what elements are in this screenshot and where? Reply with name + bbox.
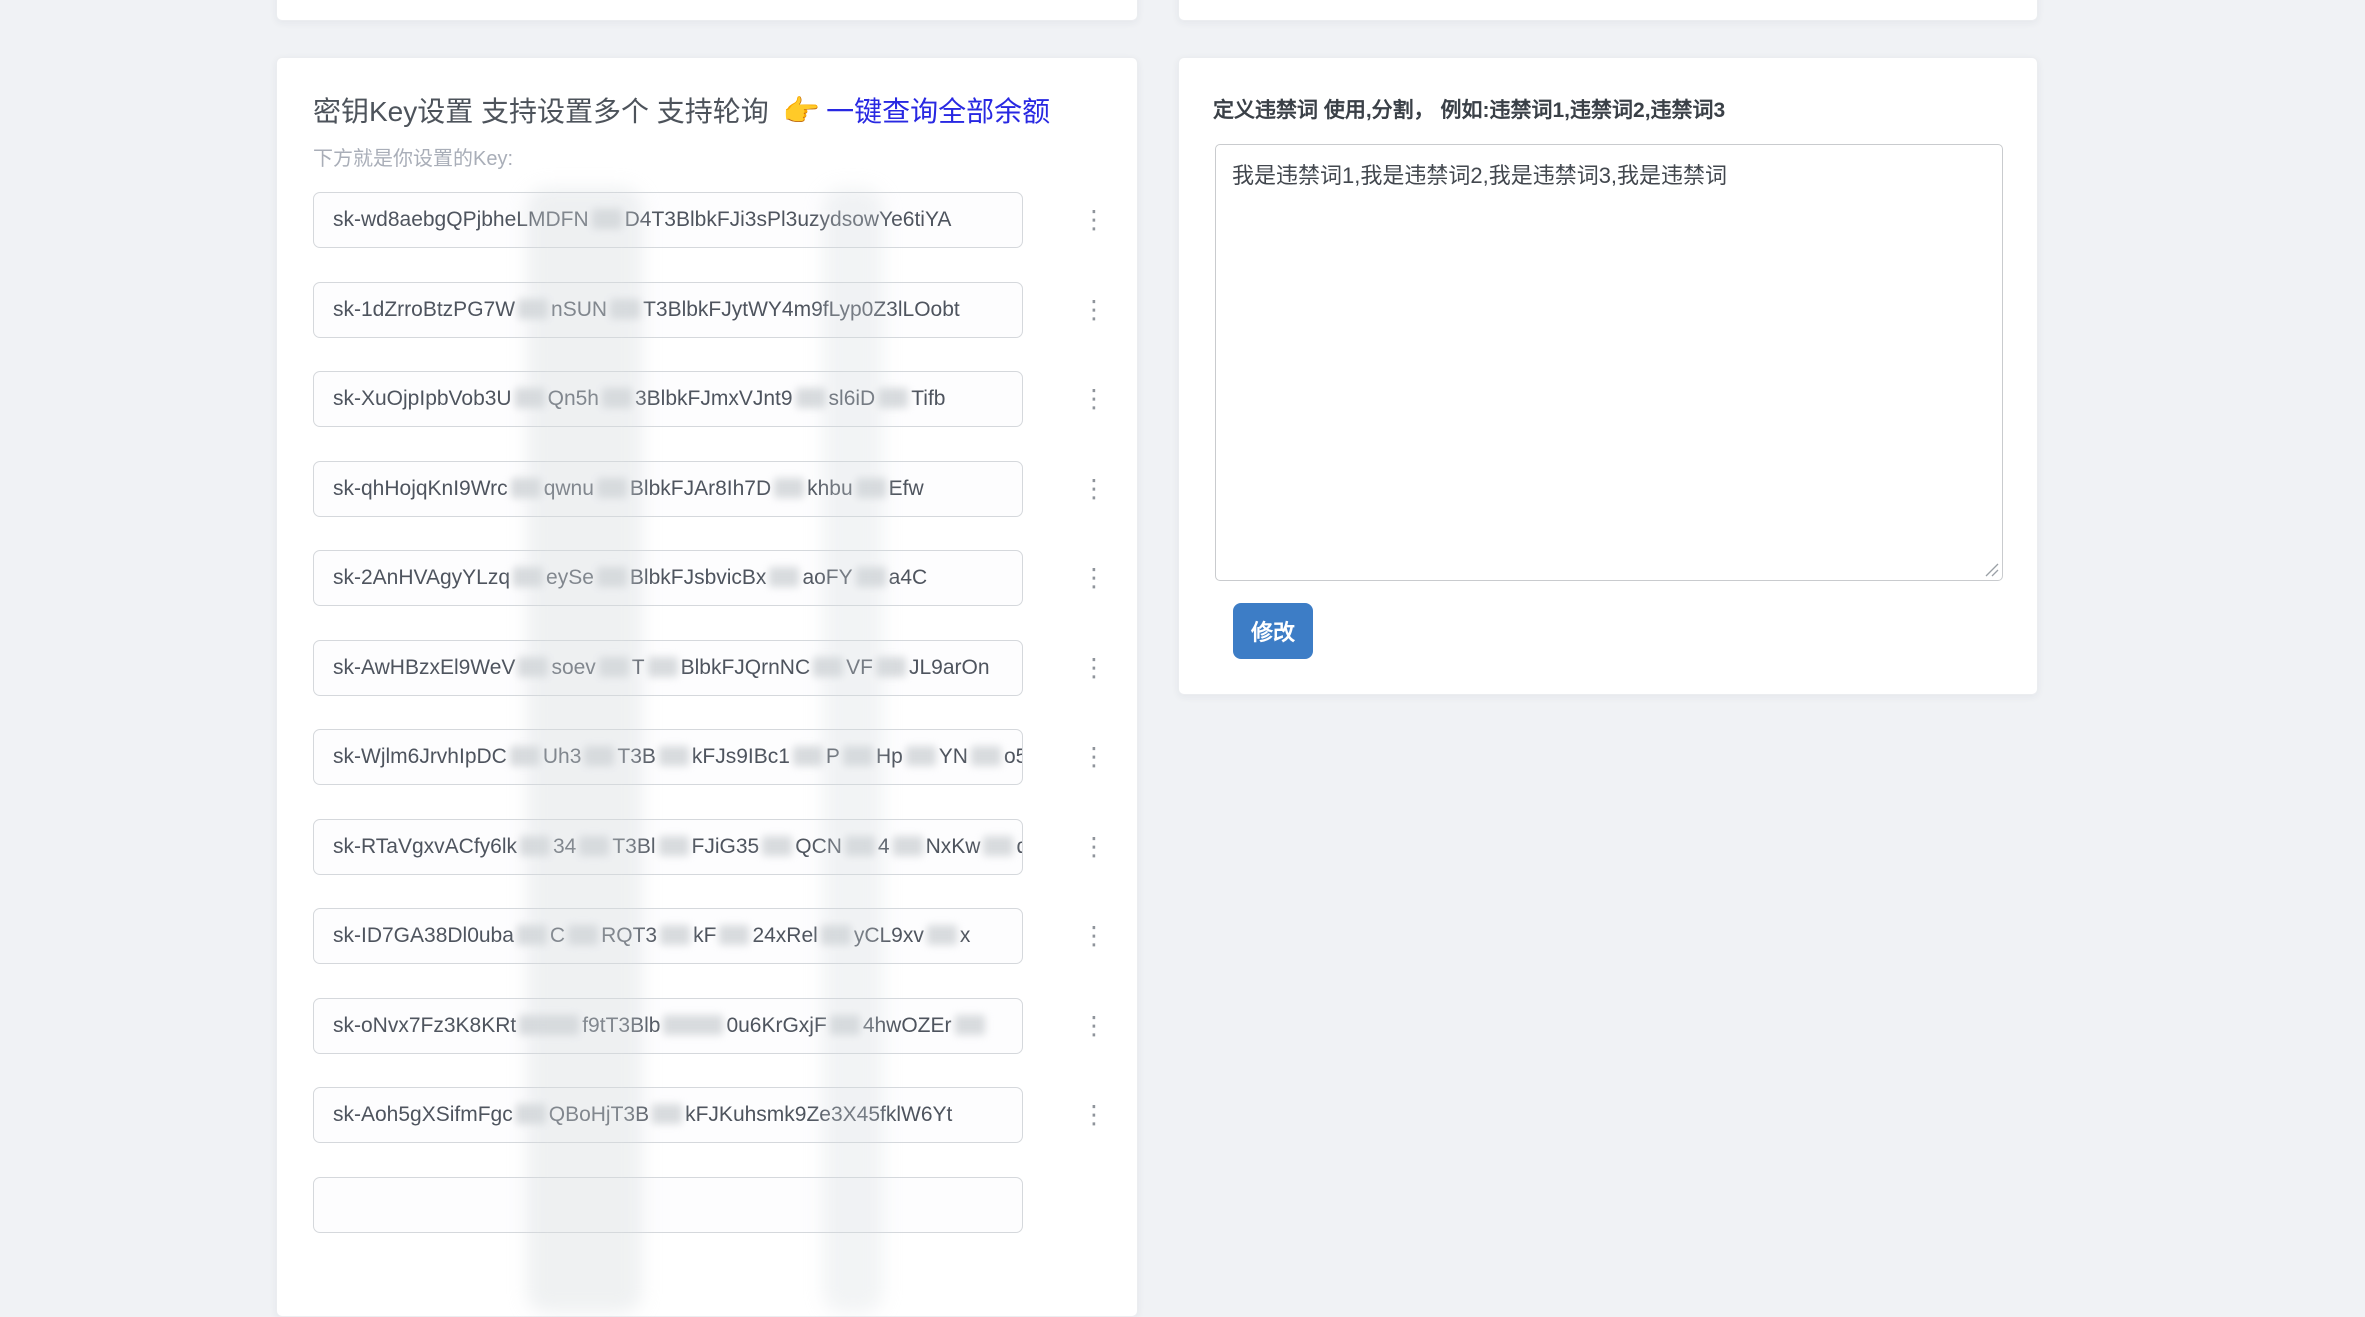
api-key-input[interactable]: sk-RTaVgxvACfy6lk34T3BlFJiG35QCN4NxKwqy: [313, 819, 1023, 875]
page-background: { "keys_card": { "title": "密钥Key设置 支持设置多…: [0, 0, 2365, 1182]
redaction-blur: [597, 567, 627, 587]
key-row: sk-Aoh5gXSifmFgcQBoHjT3BkFJKuhsmk9Ze3X45…: [313, 1087, 1113, 1143]
banned-words-title: 定义违禁词 使用,分割， 例如:违禁词1,违禁词2,违禁词3: [1213, 94, 1725, 124]
api-key-input[interactable]: sk-2AnHVAgyYLzqeySeBlbkFJsbvicBxaoFYa4C: [313, 550, 1023, 606]
api-key-input[interactable]: sk-Aoh5gXSifmFgcQBoHjT3BkFJKuhsmk9Ze3X45…: [313, 1087, 1023, 1143]
redaction-blur: [518, 657, 548, 677]
redaction-blur: [602, 388, 632, 408]
keys-subtitle: 下方就是你设置的Key:: [313, 142, 513, 171]
top-card-left-partial: [276, 0, 1138, 21]
redaction-blur: [518, 299, 548, 319]
kebab-menu-icon[interactable]: ⋮: [1081, 741, 1107, 773]
key-row: sk-oNvx7Fz3K8KRtf9tT3Blb0u6KrGxjF4hwOZEr…: [313, 998, 1113, 1054]
redaction-blur: [648, 657, 678, 677]
api-key-input[interactable]: sk-qhHojqKnI9WrcqwnuBlbkFJAr8Ih7DkhbuEfw: [313, 461, 1023, 517]
redaction-blur: [659, 746, 689, 766]
redaction-blur: [876, 657, 906, 677]
redaction-blur: [660, 925, 690, 945]
key-row: sk-1dZrroBtzPG7WnSUNT3BlbkFJytWY4m9fLyp0…: [313, 282, 1113, 338]
key-settings-card: 密钥Key设置 支持设置多个 支持轮询 👉一键查询全部余额 下方就是你设置的Key…: [276, 57, 1138, 1317]
kebab-menu-icon[interactable]: ⋮: [1081, 1099, 1107, 1131]
banned-words-card: 定义违禁词 使用,分割， 例如:违禁词1,违禁词2,违禁词3 我是违禁词1,我是…: [1178, 57, 2038, 695]
kebab-menu-icon[interactable]: ⋮: [1081, 383, 1107, 415]
redaction-blur: [592, 209, 622, 229]
redaction-blur: [599, 657, 629, 677]
query-all-balance-link[interactable]: 一键查询全部余额: [826, 96, 1050, 127]
key-settings-title: 密钥Key设置 支持设置多个 支持轮询: [313, 96, 769, 127]
redaction-blur: [856, 478, 886, 498]
api-key-input[interactable]: sk-AwHBzxEl9WeVsoevTBlbkFJQrnNCVFJL9arOn: [313, 640, 1023, 696]
redaction-blur: [774, 478, 804, 498]
key-row: sk-AwHBzxEl9WeVsoevTBlbkFJQrnNCVFJL9arOn…: [313, 640, 1113, 696]
kebab-menu-icon[interactable]: ⋮: [1081, 473, 1107, 505]
key-row: sk-XuOjpIpbVob3UQn5h3BlbkFJmxVJnt9sl6iDT…: [313, 371, 1113, 427]
redaction-blur: [762, 836, 792, 856]
kebab-menu-icon[interactable]: ⋮: [1081, 920, 1107, 952]
redaction-blur: [971, 746, 1001, 766]
key-row: sk-ID7GA38Dl0ubaCRQT3kF24xRelyCL9xvx ⋮: [313, 908, 1113, 964]
redaction-blur: [821, 925, 851, 945]
redaction-blur: [769, 567, 799, 587]
key-row: sk-qhHojqKnI9WrcqwnuBlbkFJAr8Ih7DkhbuEfw…: [313, 461, 1113, 517]
redaction-blur: [955, 1015, 985, 1035]
redaction-blur: [813, 657, 843, 677]
redaction-blur: [845, 836, 875, 856]
redaction-blur: [793, 746, 823, 766]
redaction-blur: [893, 836, 923, 856]
api-key-input[interactable]: sk-Wjlm6JrvhIpDCUh3T3BkFJs9IBc1PHpYNo5: [313, 729, 1023, 785]
kebab-menu-icon[interactable]: ⋮: [1081, 562, 1107, 594]
kebab-menu-icon[interactable]: ⋮: [1081, 204, 1107, 236]
key-row: sk-wd8aebgQPjbheLMDFND4T3BlbkFJi3sPl3uzy…: [313, 192, 1113, 248]
api-key-input[interactable]: [313, 1177, 1023, 1233]
redaction-blur: [652, 1104, 682, 1124]
redaction-blur: [610, 299, 640, 319]
redaction-blur: [927, 925, 957, 945]
redaction-blur: [519, 1015, 579, 1035]
api-key-input[interactable]: sk-1dZrroBtzPG7WnSUNT3BlbkFJytWY4m9fLyp0…: [313, 282, 1023, 338]
pointing-hand-emoji-icon: 👉: [783, 95, 820, 128]
redaction-blur: [568, 925, 598, 945]
redaction-blur: [659, 836, 689, 856]
top-card-right-partial: [1178, 0, 2038, 21]
redaction-blur: [515, 388, 545, 408]
redaction-blur: [597, 478, 627, 498]
key-row: [313, 1177, 1113, 1233]
redaction-blur: [579, 836, 609, 856]
key-settings-header: 密钥Key设置 支持设置多个 支持轮询 👉一键查询全部余额: [313, 90, 1050, 134]
redaction-blur: [719, 925, 749, 945]
redaction-blur: [510, 746, 540, 766]
redaction-blur: [843, 746, 873, 766]
api-key-input[interactable]: sk-wd8aebgQPjbheLMDFND4T3BlbkFJi3sPl3uzy…: [313, 192, 1023, 248]
redaction-blur: [796, 388, 826, 408]
redaction-blur: [584, 746, 614, 766]
api-keys-list: sk-wd8aebgQPjbheLMDFND4T3BlbkFJi3sPl3uzy…: [313, 192, 1113, 1266]
api-key-input[interactable]: sk-oNvx7Fz3K8KRtf9tT3Blb0u6KrGxjF4hwOZEr: [313, 998, 1023, 1054]
api-key-input[interactable]: sk-XuOjpIpbVob3UQn5h3BlbkFJmxVJnt9sl6iDT…: [313, 371, 1023, 427]
redaction-blur: [511, 478, 541, 498]
api-key-input[interactable]: sk-ID7GA38Dl0ubaCRQT3kF24xRelyCL9xvx: [313, 908, 1023, 964]
redaction-blur: [856, 567, 886, 587]
redaction-blur: [663, 1015, 723, 1035]
kebab-menu-icon[interactable]: ⋮: [1081, 652, 1107, 684]
redaction-blur: [520, 836, 550, 856]
redaction-blur: [517, 925, 547, 945]
kebab-menu-icon[interactable]: ⋮: [1081, 1010, 1107, 1042]
redaction-blur: [906, 746, 936, 766]
kebab-menu-icon[interactable]: ⋮: [1081, 831, 1107, 863]
redaction-blur: [983, 836, 1013, 856]
redaction-blur: [878, 388, 908, 408]
redaction-blur: [830, 1015, 860, 1035]
modify-button[interactable]: 修改: [1233, 603, 1313, 659]
key-row: sk-RTaVgxvACfy6lk34T3BlFJiG35QCN4NxKwqy ⋮: [313, 819, 1113, 875]
redaction-blur: [513, 567, 543, 587]
banned-words-textarea[interactable]: 我是违禁词1,我是违禁词2,我是违禁词3,我是违禁词: [1215, 144, 2003, 581]
kebab-menu-icon[interactable]: ⋮: [1081, 294, 1107, 326]
redaction-blur: [516, 1104, 546, 1124]
key-row: sk-2AnHVAgyYLzqeySeBlbkFJsbvicBxaoFYa4C ⋮: [313, 550, 1113, 606]
key-row: sk-Wjlm6JrvhIpDCUh3T3BkFJs9IBc1PHpYNo5 ⋮: [313, 729, 1113, 785]
